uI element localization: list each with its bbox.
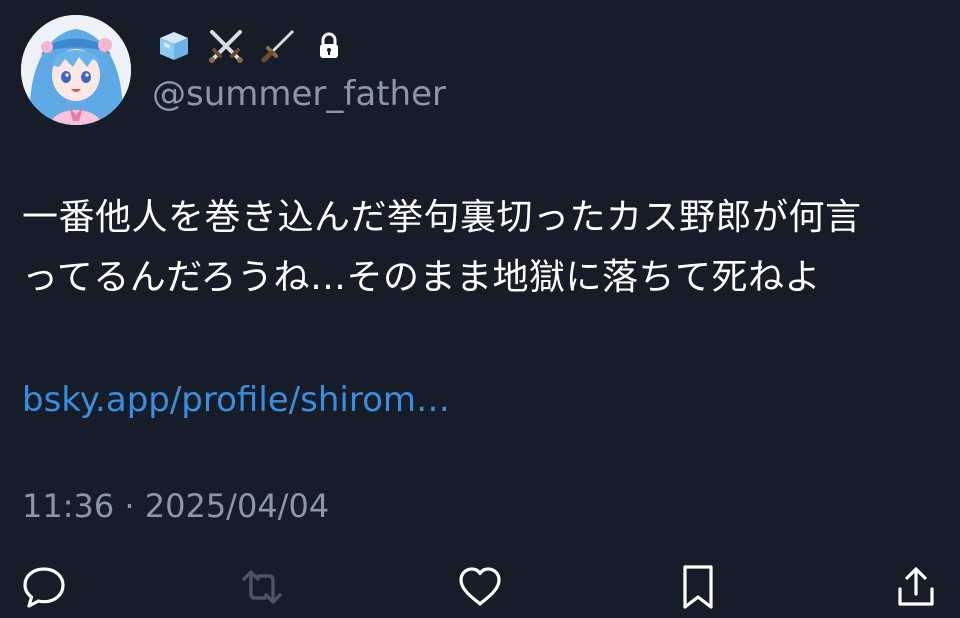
share-icon [893, 564, 939, 610]
crossed-swords-icon [206, 26, 246, 66]
share-button[interactable] [891, 562, 941, 612]
ice-cube-icon [154, 26, 194, 66]
post-text: 一番他人を巻き込んだ挙句裏切ったカス野郎が何言 ってるんだろうね…そのまま地獄に… [22, 188, 942, 308]
lock-icon [314, 31, 344, 61]
dagger-icon [258, 26, 298, 66]
reply-icon [21, 564, 67, 610]
post-timestamp: 11:36 · 2025/04/04 [22, 487, 330, 525]
repost-button[interactable] [237, 562, 287, 612]
post-text-line: 一番他人を巻き込んだ挙句裏切ったカス野郎が何言 [22, 197, 862, 238]
post: @summer_father 一番他人を巻き込んだ挙句裏切ったカス野郎が何言 っ… [0, 0, 960, 618]
post-text-line: ってるんだろうね…そのまま地獄に落ちて死ねよ [22, 257, 822, 298]
heart-icon [456, 564, 504, 610]
repost-icon [239, 564, 285, 610]
reply-button[interactable] [19, 562, 69, 612]
post-link[interactable]: bsky.app/profile/shirom… [22, 378, 450, 422]
user-handle[interactable]: @summer_father [152, 72, 446, 116]
bookmark-button[interactable] [673, 562, 723, 612]
avatar[interactable] [21, 15, 131, 125]
like-button[interactable] [455, 562, 505, 612]
bookmark-icon [678, 563, 718, 611]
display-name [154, 24, 344, 68]
action-bar [0, 562, 960, 616]
